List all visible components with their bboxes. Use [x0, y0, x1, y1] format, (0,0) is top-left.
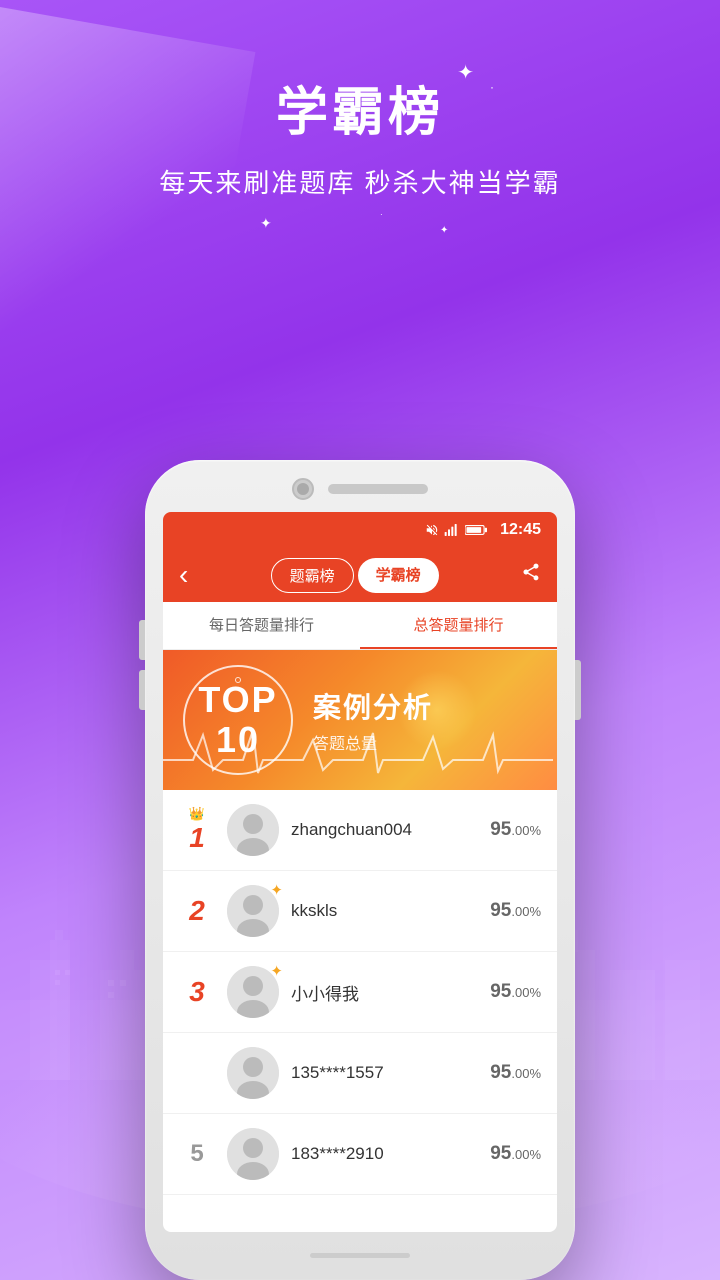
tab-xueba[interactable]: 学霸榜 — [358, 558, 439, 593]
rank-number-container-1: 👑 1 — [179, 806, 215, 854]
avatar-1 — [227, 804, 279, 856]
phone-top-bar — [163, 478, 557, 500]
wing-badge-3: ✦ — [270, 962, 283, 980]
avatar-5 — [227, 1128, 279, 1180]
status-icons: 12:45 — [425, 521, 541, 539]
status-bar: 12:45 — [163, 512, 557, 548]
nav-bar: ‹ 题霸榜 学霸榜 — [163, 548, 557, 602]
username-1: zhangchuan004 — [291, 820, 490, 840]
avatar-wrap-2: ✦ — [227, 885, 279, 937]
score-2: 95.00% — [490, 900, 541, 922]
volume-down-button — [139, 670, 145, 710]
username-4: 135****1557 — [291, 1063, 490, 1083]
banner: TOP10 案例分析 答题总量 — [163, 650, 557, 790]
phone-mockup: 12:45 ‹ 题霸榜 学霸榜 每日答题量排行 — [145, 460, 575, 1280]
top10-text: TOP10 — [198, 680, 277, 759]
avatar-wrap-3: ✦ — [227, 966, 279, 1018]
rank-number-3: 3 — [189, 976, 205, 1007]
username-2: kkskls — [291, 901, 490, 921]
avatar-person-5 — [227, 1128, 279, 1180]
rank-item-1: 👑 1 zhangchuan004 — [163, 790, 557, 871]
score-5: 95.00% — [490, 1143, 541, 1165]
tab-tiba[interactable]: 题霸榜 — [271, 558, 354, 593]
sparkle-icon-1: ✦ — [457, 60, 474, 85]
front-camera — [292, 478, 314, 500]
wing-badge-2: ✦ — [270, 881, 283, 899]
nav-tabs: 题霸榜 学霸榜 — [271, 558, 439, 593]
rank-number-container-5: 5 — [179, 1140, 215, 1168]
rank-number-1: 1 — [189, 822, 205, 853]
share-icon — [521, 562, 541, 582]
rank-item-3: 3 ✦ 小小得我 — [163, 952, 557, 1033]
status-time: 12:45 — [500, 521, 541, 539]
banner-info: 案例分析 答题总量 — [293, 676, 557, 764]
rank-item-2: 2 ✦ kkskls — [163, 871, 557, 952]
back-button[interactable]: ‹ — [179, 559, 188, 591]
share-button[interactable] — [521, 562, 541, 588]
rankings-list: 👑 1 zhangchuan004 — [163, 790, 557, 1232]
camera-lens — [297, 483, 309, 495]
phone-screen: 12:45 ‹ 题霸榜 学霸榜 每日答题量排行 — [163, 512, 557, 1232]
username-3: 小小得我 — [291, 980, 490, 1005]
avatar-wrap-5 — [227, 1128, 279, 1180]
subtab-daily[interactable]: 每日答题量排行 — [163, 602, 360, 649]
rank-number-container-3: 3 — [179, 976, 215, 1008]
header-section: 学霸榜 ✦ · 每天来刷准题库 秒杀大神当学霸 ✦ ✦ · — [0, 0, 720, 250]
star-3: · — [380, 210, 383, 219]
rank-item-4: 135****1557 95.00% — [163, 1033, 557, 1114]
star-1: ✦ — [260, 215, 272, 232]
home-bar — [310, 1253, 410, 1258]
mute-icon — [425, 523, 439, 537]
star-2: ✦ — [440, 225, 448, 236]
rank-number-5: 5 — [190, 1140, 203, 1167]
rank-item-5: 5 183****2910 95.00% — [163, 1114, 557, 1195]
page-title: 学霸榜 — [276, 70, 444, 145]
top10-badge: TOP10 — [183, 665, 293, 775]
battery-icon — [465, 523, 487, 537]
stars-decoration: ✦ ✦ · — [0, 210, 720, 250]
avatar-wrap-1 — [227, 804, 279, 856]
banner-subtitle: 答题总量 — [313, 730, 537, 754]
avatar-person-4 — [227, 1047, 279, 1099]
rank-number-2: 2 — [189, 895, 205, 926]
sparkle-icon-2: · — [490, 80, 494, 94]
avatar-person-1 — [227, 804, 279, 856]
power-button — [575, 660, 581, 720]
sub-tabs: 每日答题量排行 总答题量排行 — [163, 602, 557, 650]
avatar-4 — [227, 1047, 279, 1099]
banner-title: 案例分析 — [313, 686, 537, 726]
score-3: 95.00% — [490, 981, 541, 1003]
page-subtitle: 每天来刷准题库 秒杀大神当学霸 — [0, 163, 720, 200]
phone-body: 12:45 ‹ 题霸榜 学霸榜 每日答题量排行 — [145, 460, 575, 1280]
volume-up-button — [139, 620, 145, 660]
rank-number-container-2: 2 — [179, 895, 215, 927]
speaker — [328, 484, 428, 494]
score-4: 95.00% — [490, 1062, 541, 1084]
signal-icon — [444, 523, 460, 537]
username-5: 183****2910 — [291, 1144, 490, 1164]
score-1: 95.00% — [490, 819, 541, 841]
subtab-total[interactable]: 总答题量排行 — [360, 602, 557, 649]
avatar-wrap-4 — [227, 1047, 279, 1099]
home-indicator — [163, 1240, 557, 1270]
